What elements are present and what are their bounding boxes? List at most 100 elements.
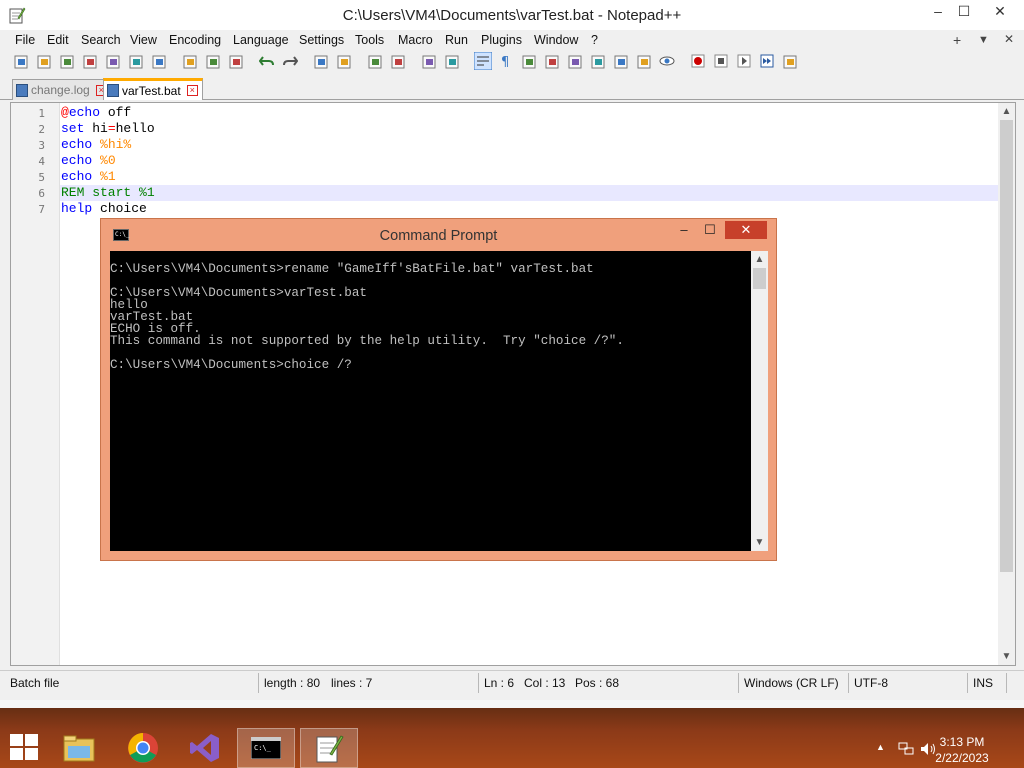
sync-horizontal-icon[interactable] (443, 52, 461, 70)
taskbar-chrome[interactable] (114, 728, 172, 768)
menu-window[interactable]: Window (534, 33, 578, 47)
code-token: choice (92, 201, 147, 216)
close-icon[interactable]: × (186, 85, 198, 96)
save-icon[interactable] (58, 52, 76, 70)
cut-icon[interactable] (181, 52, 199, 70)
close-button[interactable]: ✕ (983, 0, 1017, 24)
menu-plugins[interactable]: Plugins (481, 33, 522, 47)
menu-search[interactable]: Search (81, 33, 121, 47)
line-number: 3 (38, 139, 45, 152)
scroll-up-icon[interactable]: ▲ (998, 103, 1015, 120)
code-line[interactable]: help choice (60, 201, 999, 217)
vertical-scrollbar[interactable]: ▲ ▼ (998, 103, 1015, 665)
redo-icon[interactable] (281, 52, 299, 70)
menu-run[interactable]: Run (445, 33, 468, 47)
udl-icon[interactable] (543, 52, 561, 70)
console-line: C:\Users\VM4\Documents>rename "GameIff's… (110, 262, 594, 276)
console-output[interactable]: C:\Users\VM4\Documents>rename "GameIff's… (110, 251, 751, 551)
find-icon[interactable] (312, 52, 330, 70)
save-all-icon[interactable] (81, 52, 99, 70)
clock-date: 2/22/2023 (935, 751, 989, 765)
cmd-vertical-scrollbar[interactable]: ▲ ▼ (751, 251, 768, 551)
taskbar-notepad-plus-plus[interactable] (300, 728, 358, 768)
title-bar[interactable]: C:\Users\VM4\Documents\varTest.bat - Not… (0, 0, 1024, 30)
menu-view[interactable]: View (130, 33, 157, 47)
file-icon (16, 83, 28, 97)
cmd-maximize-button[interactable]: ☐ (699, 221, 721, 239)
taskbar-file-explorer[interactable] (50, 728, 108, 768)
code-line[interactable]: echo %0 (60, 153, 999, 169)
zoom-out-icon[interactable] (389, 52, 407, 70)
scroll-down-icon[interactable]: ▼ (998, 648, 1015, 665)
toolbar: ¶ (0, 52, 1024, 74)
menu-language[interactable]: Language (233, 33, 289, 47)
system-clock[interactable]: 3:13 PM 2/22/2023 (922, 734, 1002, 766)
close-icon[interactable] (104, 52, 122, 70)
close-all-icon[interactable] (127, 52, 145, 70)
maximize-button[interactable]: ☐ (947, 0, 981, 24)
code-token: echo (61, 169, 93, 184)
new-tab-button[interactable]: + (953, 32, 961, 48)
paste-icon[interactable] (227, 52, 245, 70)
svg-text:¶: ¶ (501, 55, 509, 68)
open-file-icon[interactable] (35, 52, 53, 70)
tab-list-button[interactable]: ▼ (978, 34, 989, 46)
word-wrap-icon[interactable] (474, 52, 492, 70)
cmd-close-button[interactable]: ✕ (725, 221, 767, 239)
code-line[interactable]: @echo off (60, 105, 999, 121)
status-col: Col : 13 (524, 676, 566, 690)
status-eol[interactable]: Windows (CR LF) (744, 676, 839, 690)
eye-icon[interactable] (658, 52, 676, 70)
network-icon[interactable] (898, 742, 914, 759)
code-line[interactable]: echo %hi% (60, 137, 999, 153)
close-tab-button[interactable]: ✕ (1004, 32, 1014, 46)
play-macro-icon[interactable] (735, 52, 753, 70)
tab-change-log[interactable]: change.log × (12, 79, 112, 100)
taskbar-command-prompt[interactable]: C:\_ (237, 728, 295, 768)
scroll-up-icon[interactable]: ▲ (751, 251, 768, 268)
taskbar: C:\_ ▲ 3:13 PM 2/22/2023 (0, 700, 1024, 768)
code-line[interactable]: set hi=hello (60, 121, 999, 137)
code-line[interactable]: REM start %1 (60, 185, 999, 201)
menu-settings[interactable]: Settings (299, 33, 344, 47)
menu-tools[interactable]: Tools (355, 33, 384, 47)
stop-macro-icon[interactable] (712, 52, 730, 70)
folder-workspace-icon[interactable] (612, 52, 630, 70)
scroll-down-icon[interactable]: ▼ (751, 534, 768, 551)
indent-guide-icon[interactable] (520, 52, 538, 70)
visual-studio-icon (190, 734, 219, 762)
menu-edit[interactable]: Edit (47, 33, 69, 47)
save-macro-icon[interactable] (781, 52, 799, 70)
copy-icon[interactable] (204, 52, 222, 70)
function-list-icon[interactable] (589, 52, 607, 70)
record-macro-icon[interactable] (689, 52, 707, 70)
menu-macro[interactable]: Macro (398, 33, 433, 47)
zoom-in-icon[interactable] (366, 52, 384, 70)
cmd-minimize-button[interactable]: – (673, 221, 695, 239)
taskbar-visual-studio[interactable] (176, 728, 234, 768)
print-icon[interactable] (150, 52, 168, 70)
sync-vertical-icon[interactable] (420, 52, 438, 70)
scrollbar-thumb[interactable] (753, 268, 766, 289)
file-explorer-icon (63, 735, 95, 762)
start-button[interactable] (10, 734, 38, 760)
show-hidden-icons-icon[interactable]: ▲ (876, 742, 885, 752)
replace-icon[interactable] (335, 52, 353, 70)
show-all-chars-icon[interactable]: ¶ (497, 52, 515, 70)
monitor-icon[interactable] (635, 52, 653, 70)
undo-icon[interactable] (258, 52, 276, 70)
doc-map-icon[interactable] (566, 52, 584, 70)
new-file-icon[interactable] (12, 52, 30, 70)
code-line[interactable]: echo %1 (60, 169, 999, 185)
status-encoding[interactable]: UTF-8 (854, 676, 888, 690)
run-macro-multiple-icon[interactable] (758, 52, 776, 70)
code-token: set (61, 121, 85, 136)
scrollbar-thumb[interactable] (1000, 120, 1013, 572)
tab-vartest-bat[interactable]: varTest.bat × (103, 78, 203, 100)
menu-file[interactable]: File (15, 33, 35, 47)
menu-help[interactable]: ? (591, 33, 598, 47)
menu-encoding[interactable]: Encoding (169, 33, 221, 47)
cmd-title-bar[interactable]: C:\_ Command Prompt – ☐ ✕ (101, 219, 776, 250)
